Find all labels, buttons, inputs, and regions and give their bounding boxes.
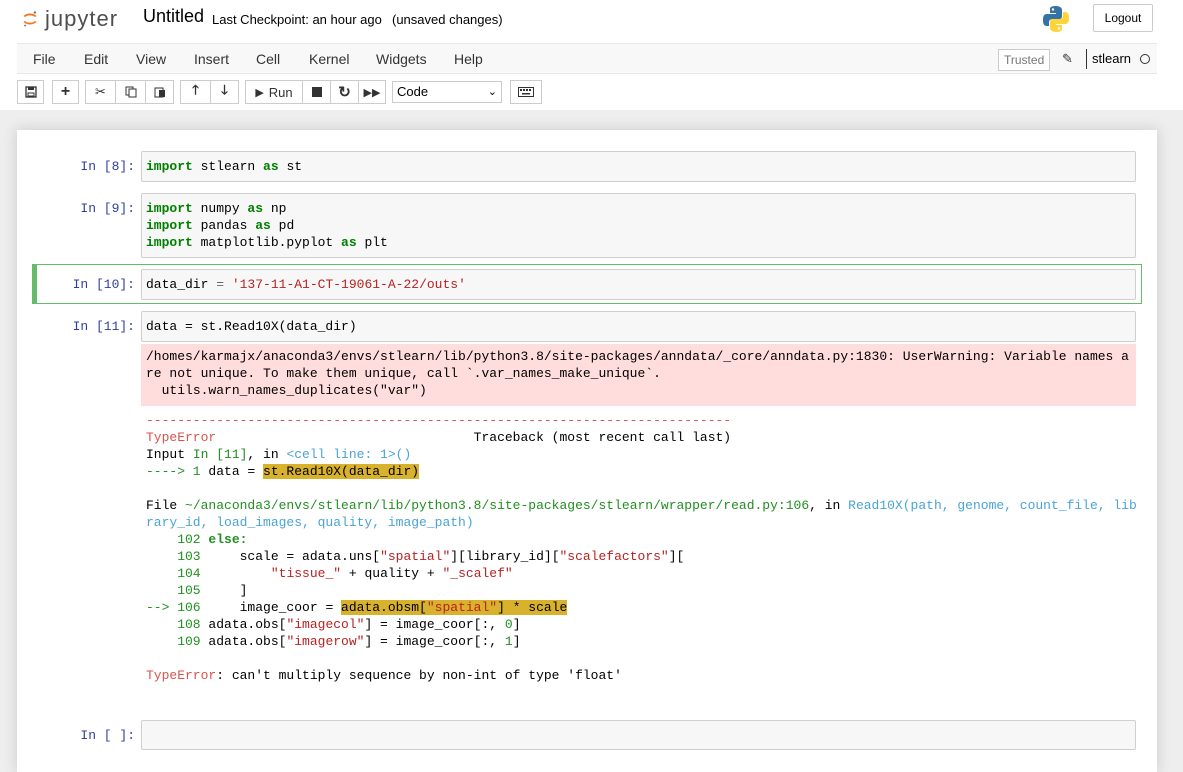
move-cell-up-button[interactable]: 🡑: [180, 80, 210, 104]
scissors-icon: ✂: [95, 84, 106, 99]
kernel-idle-indicator-icon: [1140, 54, 1150, 64]
run-label: Run: [268, 84, 293, 100]
cell-prompt: In [ ]:: [80, 728, 135, 743]
menu-widgets[interactable]: Widgets: [376, 51, 427, 67]
header: jupyter Untitled Last Checkpoint: an hou…: [0, 0, 1183, 110]
traceback-output: ----------------------------------------…: [146, 413, 1137, 683]
arrow-up-icon: 🡑: [192, 82, 199, 97]
kernel-name: stlearn: [1086, 49, 1131, 69]
command-palette-button[interactable]: [510, 80, 542, 104]
code-cell-input[interactable]: import numpy as np import pandas as pd i…: [141, 193, 1136, 258]
menu-file[interactable]: File: [33, 51, 56, 67]
jupyter-ring-icon: [23, 11, 37, 27]
copy-cell-button[interactable]: [115, 80, 145, 104]
menu-cell[interactable]: Cell: [256, 51, 280, 67]
menu-help[interactable]: Help: [454, 51, 483, 67]
menu-insert[interactable]: Insert: [194, 51, 229, 67]
cell-prompt: In [10]:: [72, 277, 135, 292]
stderr-warning-output: /homes/karmajx/anaconda3/envs/stlearn/li…: [141, 344, 1136, 406]
python-logo-icon: [1043, 6, 1069, 32]
interrupt-kernel-button[interactable]: [302, 80, 330, 104]
logout-button[interactable]: Logout: [1093, 4, 1153, 32]
code-cell-input[interactable]: data_dir = '137-11-A1-CT-19061-A-22/outs…: [141, 269, 1136, 300]
keyboard-icon: [518, 87, 534, 97]
menu-bar: File Edit View Insert Cell Kernel Widget…: [17, 43, 1157, 74]
cell-prompt: In [11]:: [72, 319, 135, 334]
save-button[interactable]: [17, 80, 44, 104]
play-icon: ▶: [255, 86, 264, 99]
empty-code-cell-input[interactable]: [141, 720, 1136, 750]
logo-text: jupyter: [45, 6, 119, 31]
notebook-title[interactable]: Untitled: [143, 6, 204, 27]
move-cell-down-button[interactable]: 🡓: [210, 80, 239, 104]
save-icon: [24, 86, 37, 98]
menu-view[interactable]: View: [136, 51, 166, 67]
restart-run-all-button[interactable]: ▶▶: [358, 80, 386, 104]
code-cell-input[interactable]: import stlearn as st: [141, 151, 1136, 182]
copy-icon: [125, 86, 136, 98]
insert-cell-below-button[interactable]: +: [52, 80, 79, 104]
autosave-status: (unsaved changes): [392, 12, 503, 27]
menu-kernel[interactable]: Kernel: [309, 51, 349, 67]
cell-prompt: In [8]:: [80, 159, 135, 174]
restart-kernel-button[interactable]: ↻: [330, 80, 358, 104]
cell-type-select[interactable]: Code ⌄: [392, 81, 502, 103]
chevron-down-icon: ⌄: [487, 86, 497, 98]
cell-prompt: In [9]:: [80, 201, 135, 216]
restart-icon: ↻: [338, 84, 351, 101]
stop-icon: [311, 87, 322, 97]
edit-mode-pencil-icon: ✎: [1062, 51, 1073, 66]
jupyter-logo[interactable]: jupyter: [21, 4, 118, 34]
code-cell-input[interactable]: data = st.Read10X(data_dir): [141, 311, 1136, 342]
cell-type-value: Code: [397, 84, 429, 99]
run-button[interactable]: ▶ Run: [245, 80, 302, 104]
paste-cell-button[interactable]: [145, 80, 174, 104]
toolbar: + ✂ 🡑 🡓 ▶ Run ↻ ▶▶ Code ⌄: [17, 80, 1157, 106]
paste-icon: [154, 87, 165, 98]
cut-cell-button[interactable]: ✂: [85, 80, 115, 104]
plus-icon: +: [60, 83, 71, 100]
arrow-down-icon: 🡓: [221, 82, 228, 97]
fast-forward-icon: ▶▶: [363, 86, 381, 99]
checkpoint-status: Last Checkpoint: an hour ago: [212, 12, 382, 27]
notebook-container: In [8]: import stlearn as st In [9]: imp…: [17, 130, 1157, 772]
trusted-indicator[interactable]: Trusted: [998, 49, 1051, 71]
menu-edit[interactable]: Edit: [84, 51, 108, 67]
